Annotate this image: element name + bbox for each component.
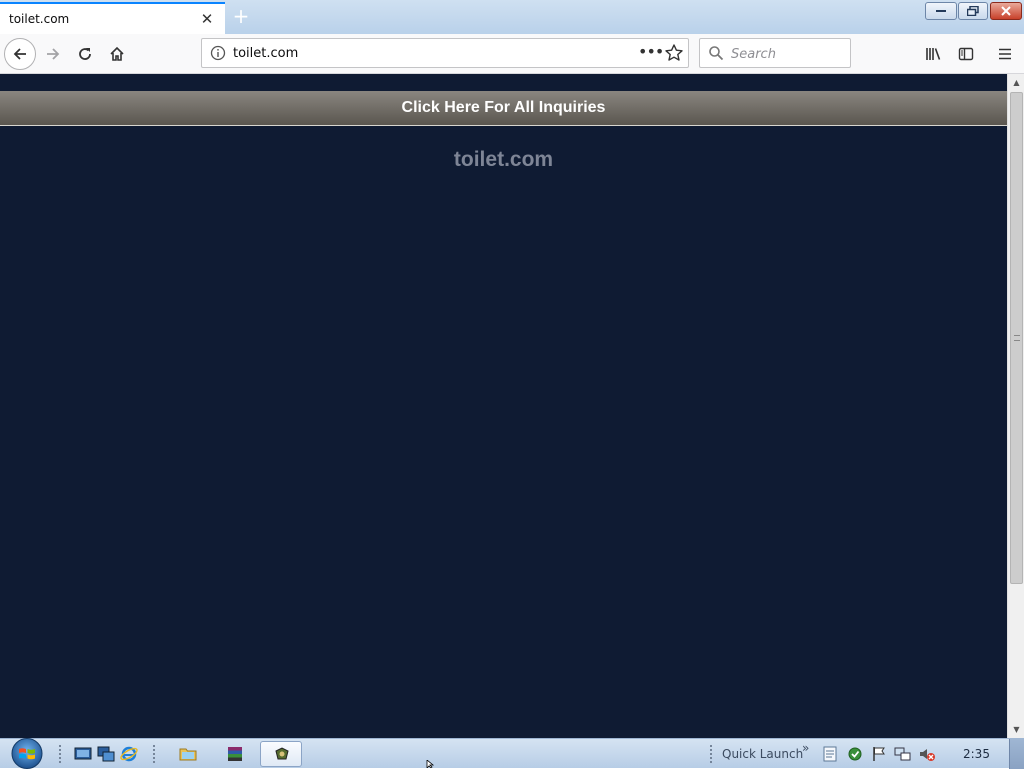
menu-icon bbox=[999, 48, 1011, 60]
folder-icon[interactable] bbox=[179, 745, 197, 763]
search-input[interactable] bbox=[731, 45, 841, 63]
forward-button[interactable] bbox=[37, 38, 69, 70]
internet-explorer-icon[interactable] bbox=[120, 745, 138, 763]
search-bar[interactable] bbox=[699, 38, 851, 68]
show-desktop-button[interactable] bbox=[1009, 739, 1024, 769]
back-icon bbox=[13, 48, 26, 60]
close-icon bbox=[1001, 6, 1011, 16]
scroll-thumb[interactable] bbox=[1010, 92, 1023, 584]
mouse-cursor-icon bbox=[426, 760, 435, 768]
home-icon bbox=[110, 46, 124, 61]
domain-title: toilet.com bbox=[453, 148, 554, 171]
start-button[interactable] bbox=[8, 738, 46, 769]
clock[interactable]: 2:35 bbox=[963, 747, 990, 761]
taskbar: Quick Launch » 2:35 bbox=[0, 738, 1024, 769]
home-button[interactable] bbox=[101, 38, 133, 70]
show-desktop-icon[interactable] bbox=[74, 745, 92, 763]
page-viewport: Click Here For All Inquiries toilet.com bbox=[0, 74, 1007, 738]
tab-toilet-com[interactable]: toilet.com ✕ bbox=[0, 2, 225, 34]
toolbar-grip[interactable] bbox=[152, 744, 156, 764]
tab-strip: toilet.com ✕ + bbox=[0, 0, 1024, 34]
inquiry-banner[interactable]: Click Here For All Inquiries bbox=[0, 91, 1007, 126]
scroll-grip bbox=[1014, 335, 1020, 341]
menu-button[interactable] bbox=[989, 38, 1021, 70]
star-icon[interactable] bbox=[664, 43, 684, 63]
minimize-button[interactable] bbox=[925, 2, 957, 20]
sidebar-button[interactable] bbox=[950, 38, 982, 70]
file-icon[interactable] bbox=[822, 745, 838, 763]
search-icon bbox=[709, 46, 724, 61]
back-button[interactable] bbox=[4, 38, 36, 70]
sidebar-icon bbox=[958, 47, 974, 61]
toolbar-grip[interactable] bbox=[58, 744, 62, 764]
navigation-toolbar: toilet.com ••• bbox=[0, 34, 1024, 74]
close-window-button[interactable] bbox=[990, 2, 1022, 20]
scroll-up-button[interactable]: ▲ bbox=[1008, 74, 1024, 91]
minimize-icon bbox=[936, 10, 946, 12]
inquiry-link[interactable]: Click Here For All Inquiries bbox=[402, 99, 606, 117]
reload-icon bbox=[79, 48, 91, 60]
info-icon[interactable] bbox=[210, 45, 226, 61]
windows-start-icon bbox=[11, 738, 43, 769]
quick-launch-label[interactable]: Quick Launch bbox=[722, 747, 803, 761]
app-icon bbox=[275, 747, 289, 760]
reload-button[interactable] bbox=[69, 38, 101, 70]
url-bar[interactable]: toilet.com ••• bbox=[201, 38, 689, 68]
tab-close-button[interactable]: ✕ bbox=[198, 10, 216, 28]
toolbar-grip[interactable] bbox=[709, 744, 713, 764]
page-actions-button[interactable]: ••• bbox=[638, 41, 664, 65]
quick-launch-chevron[interactable]: » bbox=[802, 741, 809, 755]
scroll-down-button[interactable]: ▼ bbox=[1008, 721, 1024, 738]
switch-windows-icon[interactable] bbox=[97, 745, 115, 763]
restore-button[interactable] bbox=[958, 2, 988, 20]
vertical-scrollbar[interactable]: ▲ ▼ bbox=[1007, 74, 1024, 738]
volume-muted-icon[interactable] bbox=[918, 745, 936, 763]
forward-icon bbox=[47, 48, 60, 60]
library-button[interactable] bbox=[918, 38, 950, 70]
flag-icon[interactable] bbox=[870, 745, 888, 763]
library-icon bbox=[926, 48, 941, 60]
winrar-icon[interactable] bbox=[226, 745, 244, 763]
taskbar-firefox-window[interactable] bbox=[260, 741, 302, 767]
network-icon[interactable] bbox=[894, 745, 912, 763]
url-text[interactable]: toilet.com bbox=[233, 46, 298, 61]
new-tab-button[interactable]: + bbox=[231, 4, 251, 28]
restore-icon bbox=[967, 6, 979, 16]
tab-title: toilet.com bbox=[9, 12, 70, 26]
security-icon[interactable] bbox=[846, 745, 864, 763]
